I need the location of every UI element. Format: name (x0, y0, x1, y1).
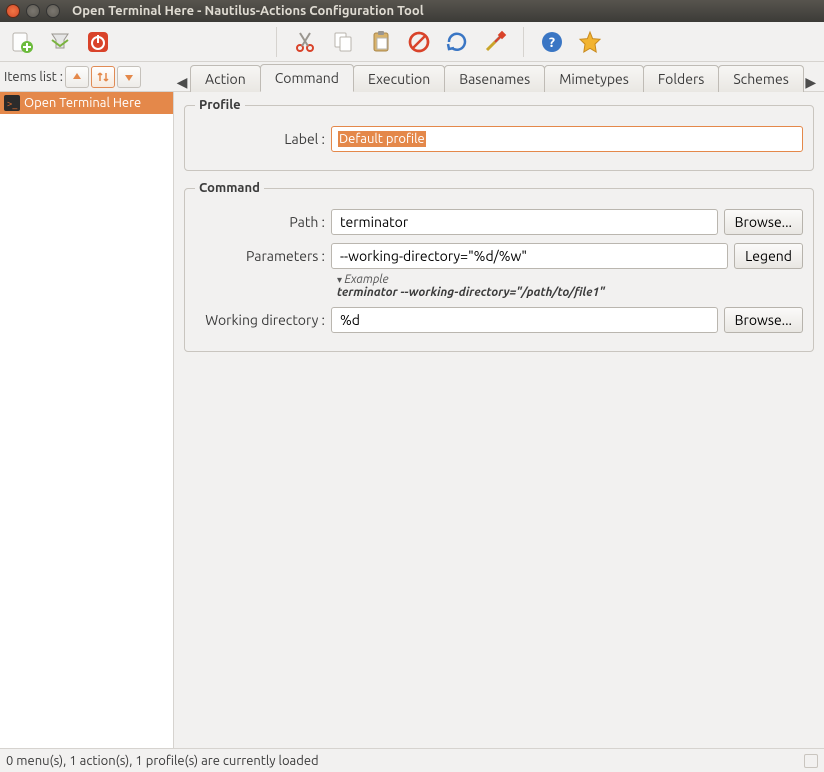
items-row: Items list : ◀ Action Command Execution … (0, 62, 824, 92)
example-value: terminator --working-directory="/path/to… (337, 286, 803, 299)
svg-text:?: ? (549, 34, 555, 50)
save-icon[interactable] (46, 28, 74, 56)
main-toolbar: ? (0, 22, 824, 62)
delete-icon[interactable] (405, 28, 433, 56)
tab-mimetypes[interactable]: Mimetypes (544, 65, 644, 92)
copy-icon[interactable] (329, 28, 357, 56)
main-area: >_ Open Terminal Here Profile Label : De… (0, 92, 824, 748)
title-bar: Open Terminal Here - Nautilus-Actions Co… (0, 0, 824, 22)
legend-button[interactable]: Legend (734, 243, 803, 269)
working-directory-label: Working directory : (195, 312, 325, 328)
close-icon[interactable] (6, 4, 20, 18)
tab-schemes[interactable]: Schemes (718, 65, 803, 92)
command-group: Command Path : Browse... Parameters : Le… (184, 181, 814, 352)
profile-group: Profile Label : Default profile (184, 98, 814, 171)
parameters-label: Parameters : (195, 248, 325, 264)
tabs-scroll-left-icon[interactable]: ◀ (174, 74, 190, 91)
paste-icon[interactable] (367, 28, 395, 56)
tab-content: Profile Label : Default profile Command … (174, 92, 824, 748)
command-legend: Command (195, 181, 264, 195)
preferences-icon[interactable] (481, 28, 509, 56)
tab-folders[interactable]: Folders (643, 65, 720, 92)
maximize-icon[interactable] (46, 4, 60, 18)
profile-label-input[interactable]: Default profile (338, 131, 426, 147)
profile-label-label: Label : (195, 131, 325, 147)
reload-icon[interactable] (443, 28, 471, 56)
tab-action[interactable]: Action (190, 65, 261, 92)
path-label: Path : (195, 214, 325, 230)
move-down-button[interactable] (117, 66, 141, 88)
status-bar: 0 menu(s), 1 action(s), 1 profile(s) are… (0, 748, 824, 772)
tab-basenames[interactable]: Basenames (444, 65, 545, 92)
profile-legend: Profile (195, 98, 245, 112)
quit-icon[interactable] (84, 28, 112, 56)
path-browse-button[interactable]: Browse... (724, 209, 803, 235)
tab-command[interactable]: Command (260, 64, 354, 92)
tree-item-label: Open Terminal Here (24, 96, 141, 110)
move-up-button[interactable] (65, 66, 89, 88)
resize-grip-icon[interactable] (804, 754, 818, 768)
example-header[interactable]: Example (337, 273, 803, 286)
minimize-icon[interactable] (26, 4, 40, 18)
items-list-label: Items list : (4, 70, 63, 84)
items-tree[interactable]: >_ Open Terminal Here (0, 92, 174, 748)
star-icon[interactable] (576, 28, 604, 56)
cut-icon[interactable] (291, 28, 319, 56)
tabs-scroll-right-icon[interactable]: ▶ (803, 74, 819, 91)
help-icon[interactable]: ? (538, 28, 566, 56)
new-action-icon[interactable] (8, 28, 36, 56)
working-directory-input[interactable] (331, 307, 718, 333)
wd-browse-button[interactable]: Browse... (724, 307, 803, 333)
example-block: Example terminator --working-directory="… (337, 273, 803, 299)
parameters-input[interactable] (331, 243, 728, 269)
sort-button[interactable] (91, 66, 115, 88)
status-text: 0 menu(s), 1 action(s), 1 profile(s) are… (6, 754, 319, 768)
window-title: Open Terminal Here - Nautilus-Actions Co… (72, 4, 424, 18)
tab-execution[interactable]: Execution (353, 65, 445, 92)
terminal-icon: >_ (4, 95, 20, 111)
tree-item-selected[interactable]: >_ Open Terminal Here (0, 92, 173, 114)
path-input[interactable] (331, 209, 718, 235)
